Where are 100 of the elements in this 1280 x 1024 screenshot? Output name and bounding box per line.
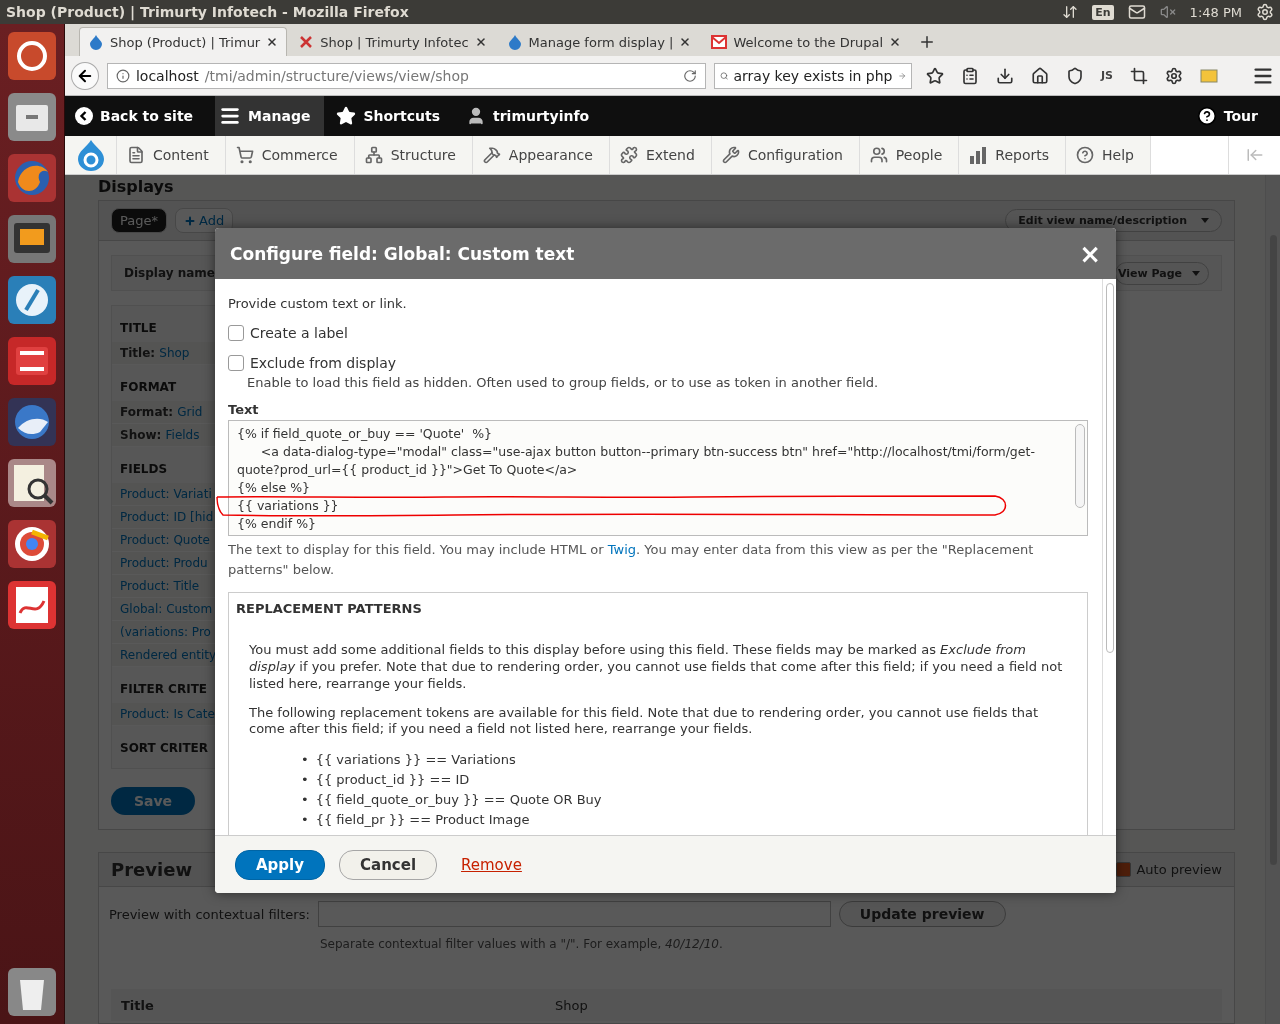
checkbox[interactable] xyxy=(228,354,244,371)
plus-icon xyxy=(184,214,196,227)
keyboard-indicator[interactable]: En xyxy=(1092,4,1114,20)
hierarchy-icon xyxy=(364,146,383,164)
menu-icon xyxy=(219,105,242,127)
dialog-button[interactable]: Apply xyxy=(235,849,325,880)
drop-logo-icon[interactable] xyxy=(76,139,105,171)
pen-icon[interactable] xyxy=(6,274,58,326)
admin-menu-item[interactable]: Help xyxy=(1066,136,1151,174)
admin-menu-item[interactable]: Extend xyxy=(609,136,712,174)
browser-tab[interactable]: Welcome to the Drupal xyxy=(702,27,911,56)
document-icon[interactable] xyxy=(6,579,58,631)
user-icon xyxy=(466,106,486,126)
tour-button[interactable]: Tour xyxy=(1192,96,1272,136)
js-button[interactable]: JS xyxy=(1101,69,1113,82)
address-field[interactable]: localhost /tmi/admin/structure/views/view/shop xyxy=(106,62,706,89)
search-field[interactable]: array key exists in php xyxy=(714,62,912,89)
cart-icon xyxy=(235,146,254,164)
section-title: TITLE xyxy=(120,321,157,335)
editor-icon[interactable] xyxy=(6,213,58,265)
section-heading: Displays xyxy=(98,177,175,196)
browser-tab[interactable]: Manage form display | xyxy=(497,27,701,56)
close-icon[interactable] xyxy=(889,36,902,48)
close-icon[interactable] xyxy=(474,36,487,48)
star-icon xyxy=(336,106,357,126)
admin-menu-item[interactable]: People xyxy=(859,136,960,174)
admin-menu-item[interactable]: Structure xyxy=(354,136,473,174)
scrollbar-thumb[interactable] xyxy=(1075,423,1085,508)
caret-icon xyxy=(1201,218,1209,223)
download-icon[interactable] xyxy=(996,66,1014,85)
checkbox-label: Auto preview xyxy=(1136,862,1222,877)
checkbox-label: Exclude from display xyxy=(250,354,397,371)
crop-icon[interactable] xyxy=(1130,66,1148,85)
field-label: Preview with contextual filters: xyxy=(109,906,310,922)
caret-icon xyxy=(1192,270,1200,276)
browser-tab[interactable]: Shop | Trimurty Infotec xyxy=(289,27,496,56)
network-icon[interactable] xyxy=(1062,4,1079,20)
close-icon[interactable] xyxy=(679,36,692,48)
bullet: • xyxy=(301,791,309,810)
section-title: FORMAT xyxy=(120,380,177,394)
section-title: FIELDS xyxy=(120,462,168,476)
admin-menu-item[interactable]: Commerce xyxy=(225,136,355,174)
toolbar-tab[interactable]: Back to site xyxy=(71,96,208,136)
mute-icon[interactable] xyxy=(1159,4,1176,20)
close-icon[interactable] xyxy=(266,36,279,48)
checkbox-label: Create a label xyxy=(250,324,348,341)
close-button[interactable]: × xyxy=(1079,240,1101,267)
text-area[interactable]: {% if field_quote_or_buy == 'Quote' %} <a data-dialog-type="modal" class="use-ajax button button--primary btn-success btn" href="http://localhost/tmi/form/get-quote?prod_url={{ product_id }}">Get To Quote</a> {% else %} {{ variations }} {% endif %} xyxy=(228,419,1088,536)
magnifier-icon[interactable] xyxy=(6,457,58,509)
remove-link[interactable]: Remove xyxy=(451,850,532,879)
help-icon xyxy=(1196,106,1217,126)
twig-link[interactable]: Twig xyxy=(607,541,636,557)
bullet: • xyxy=(301,771,309,790)
filter-field[interactable] xyxy=(317,901,831,927)
mail-icon[interactable] xyxy=(1127,3,1146,21)
admin-menu-item[interactable]: Configuration xyxy=(711,136,860,174)
globe-icon[interactable] xyxy=(6,152,58,204)
drawer-icon[interactable] xyxy=(6,91,58,143)
app-icon[interactable] xyxy=(6,335,58,387)
bookmark-icon[interactable] xyxy=(926,66,944,85)
circle-logo-icon[interactable] xyxy=(6,30,58,82)
panel-title: REPLACEMENT PATTERNS xyxy=(236,599,423,618)
back-icon xyxy=(75,107,93,125)
clipboard-icon[interactable] xyxy=(961,66,979,85)
drop-icon xyxy=(88,34,104,50)
settings-icon[interactable] xyxy=(1165,66,1183,85)
token-item: {{ field_pr }} == Product Image xyxy=(315,811,530,830)
token-item: {{ product_id }} == ID xyxy=(315,771,470,790)
field-label: Text xyxy=(228,401,260,417)
people-icon xyxy=(869,146,888,164)
bar-chart-icon xyxy=(969,146,988,164)
wrench-icon xyxy=(721,146,740,164)
section-title: SORT CRITER xyxy=(120,741,209,755)
trash-icon[interactable] xyxy=(6,966,58,1018)
checkbox[interactable] xyxy=(1116,862,1132,877)
token-item: {{ field_quote_or_buy }} == Quote OR Buy xyxy=(315,791,602,810)
field-label: Display name xyxy=(124,266,215,280)
window-title: Shop (Product) | Trimurty Infotech - Mozilla Firefox xyxy=(6,4,410,20)
clock[interactable]: 1:48 PM xyxy=(1189,4,1242,20)
home-icon[interactable] xyxy=(1031,66,1049,85)
shield-icon[interactable] xyxy=(1066,66,1084,85)
back-button[interactable] xyxy=(71,61,99,90)
dialog-button[interactable]: Cancel xyxy=(339,849,438,880)
section-title: FILTER CRITE xyxy=(120,682,208,696)
checkbox[interactable] xyxy=(228,324,244,341)
toolbar-tab[interactable]: Shortcuts xyxy=(332,96,454,136)
info-icon[interactable] xyxy=(115,68,130,83)
admin-menu-item[interactable]: Content xyxy=(117,136,226,174)
paragraph: The following replacement tokens are available for this field. Note that due to rendering order, you cannot use fields that come after this field; if you need a field not listed here, rearrange your fields. xyxy=(249,704,1040,739)
token-item: {{ variations }} == Variations xyxy=(315,751,516,770)
hammer-icon xyxy=(482,146,501,164)
bullet: • xyxy=(301,751,309,770)
toolbar-tab[interactable]: trimurtyinfo xyxy=(462,96,604,136)
document-icon xyxy=(127,146,145,164)
admin-menu-item[interactable]: Reports xyxy=(959,136,1067,174)
admin-menu-item[interactable]: Appearance xyxy=(472,136,610,174)
reload-icon[interactable] xyxy=(683,68,697,83)
toolbar-tab[interactable]: Manage xyxy=(215,96,325,136)
bird-icon[interactable] xyxy=(6,396,58,448)
browser-tab[interactable]: Shop (Product) | Trimur xyxy=(79,27,288,56)
